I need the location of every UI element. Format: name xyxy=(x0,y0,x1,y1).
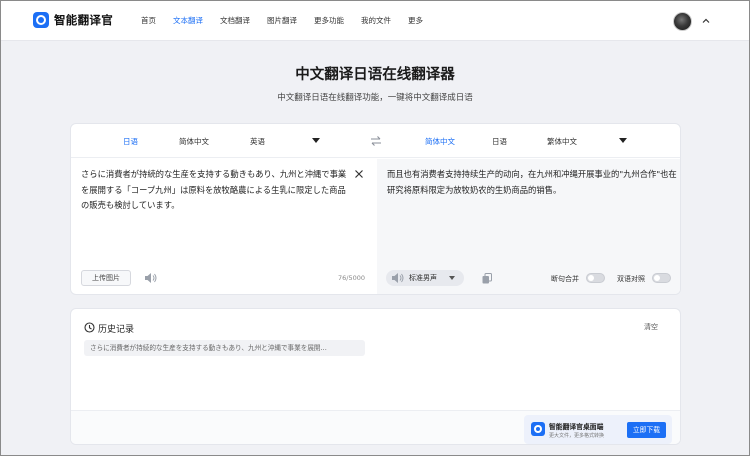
promo-logo-icon xyxy=(531,422,545,436)
source-lang-dropdown-icon[interactable] xyxy=(312,138,320,143)
voice-selector[interactable]: 标准男声 xyxy=(386,270,464,286)
app-logo[interactable]: 智能翻译官 xyxy=(33,12,113,28)
close-icon[interactable] xyxy=(354,169,364,179)
nav-item-text-translate[interactable]: 文本翻译 xyxy=(173,15,203,26)
nav-item-my-files[interactable]: 我的文件 xyxy=(361,15,391,26)
history-footer: 智能翻译官桌面端 更大文件，更多格式转换 立即下载 xyxy=(71,410,680,444)
chevron-down-icon xyxy=(449,276,455,280)
chevron-up-icon[interactable] xyxy=(701,16,711,26)
nav-item-home[interactable]: 首页 xyxy=(141,15,156,26)
language-bar: 日语 简体中文 英语 简体中文 日语 繁体中文 xyxy=(71,124,680,158)
history-item[interactable]: さらに消費者が持続的な生産を支持する動きもあり、九州と沖縄で事業を展開... xyxy=(84,340,365,356)
main-nav: 首页 文本翻译 文档翻译 图片翻译 更多功能 我的文件 更多 xyxy=(141,15,440,26)
nav-item-more-features[interactable]: 更多功能 xyxy=(314,15,344,26)
logo-icon xyxy=(33,12,49,28)
bilingual-compare-label: 双语对照 xyxy=(617,275,645,283)
promo-title: 智能翻译官桌面端 xyxy=(549,423,604,431)
download-now-button[interactable]: 立即下载 xyxy=(627,422,666,438)
source-lang-japanese[interactable]: 日语 xyxy=(123,136,138,147)
target-lang-japanese[interactable]: 日语 xyxy=(492,136,507,147)
history-title: 历史记录 xyxy=(98,325,135,335)
target-lang-simplified-chinese[interactable]: 简体中文 xyxy=(425,136,455,147)
app-name: 智能翻译官 xyxy=(54,13,113,27)
translator-card: 日语 简体中文 英语 简体中文 日语 繁体中文 さらに消費者が持続的な生産を支持… xyxy=(70,123,681,295)
user-avatar[interactable] xyxy=(673,12,692,31)
source-text-input[interactable]: さらに消費者が持続的な生産を支持する動きもあり、九州と沖縄で事業を展開する「コー… xyxy=(81,167,351,214)
desktop-promo: 智能翻译官桌面端 更大文件，更多格式转换 立即下载 xyxy=(524,415,672,444)
copy-icon[interactable] xyxy=(482,273,492,284)
source-speaker-icon[interactable] xyxy=(144,272,157,284)
source-lang-simplified-chinese[interactable]: 简体中文 xyxy=(179,136,209,147)
promo-subtitle: 更大文件，更多格式转换 xyxy=(549,433,605,439)
page-subtitle: 中文翻译日语在线翻译功能，一键将中文翻译成日语 xyxy=(277,93,473,103)
upload-image-button[interactable]: 上传图片 xyxy=(81,270,131,286)
character-count: 76/5000 xyxy=(338,274,366,282)
swap-languages-icon[interactable] xyxy=(370,135,382,147)
clear-history-button[interactable]: 清空 xyxy=(644,322,658,332)
target-lang-dropdown-icon[interactable] xyxy=(619,138,627,143)
merge-sentences-label: 断句合并 xyxy=(551,275,579,283)
nav-item-more[interactable]: 更多 xyxy=(408,15,423,26)
nav-item-doc-translate[interactable]: 文档翻译 xyxy=(220,15,250,26)
voice-label: 标准男声 xyxy=(409,274,437,282)
nav-item-image-translate[interactable]: 图片翻译 xyxy=(267,15,297,26)
translation-output-pane: 而且也有消费者支持持续生产的动向，在九州和冲绳开展事业的"九州合作"也在研究将原… xyxy=(377,159,680,294)
speaker-icon xyxy=(392,273,404,283)
source-lang-english[interactable]: 英语 xyxy=(250,136,265,147)
top-navbar: 智能翻译官 首页 文本翻译 文档翻译 图片翻译 更多功能 我的文件 更多 xyxy=(1,1,749,41)
bilingual-compare-toggle[interactable] xyxy=(652,273,671,283)
page-title: 中文翻译日语在线翻译器 xyxy=(295,67,455,83)
history-card: 历史记录 清空 さらに消費者が持続的な生産を支持する動きもあり、九州と沖縄で事業… xyxy=(70,308,681,445)
history-clock-icon xyxy=(84,322,95,333)
merge-sentences-toggle[interactable] xyxy=(586,273,605,283)
target-lang-traditional-chinese[interactable]: 繁体中文 xyxy=(547,136,577,147)
translation-output-text: 而且也有消费者支持持续生产的动向，在九州和冲绳开展事业的"九州合作"也在研究将原… xyxy=(387,169,677,195)
